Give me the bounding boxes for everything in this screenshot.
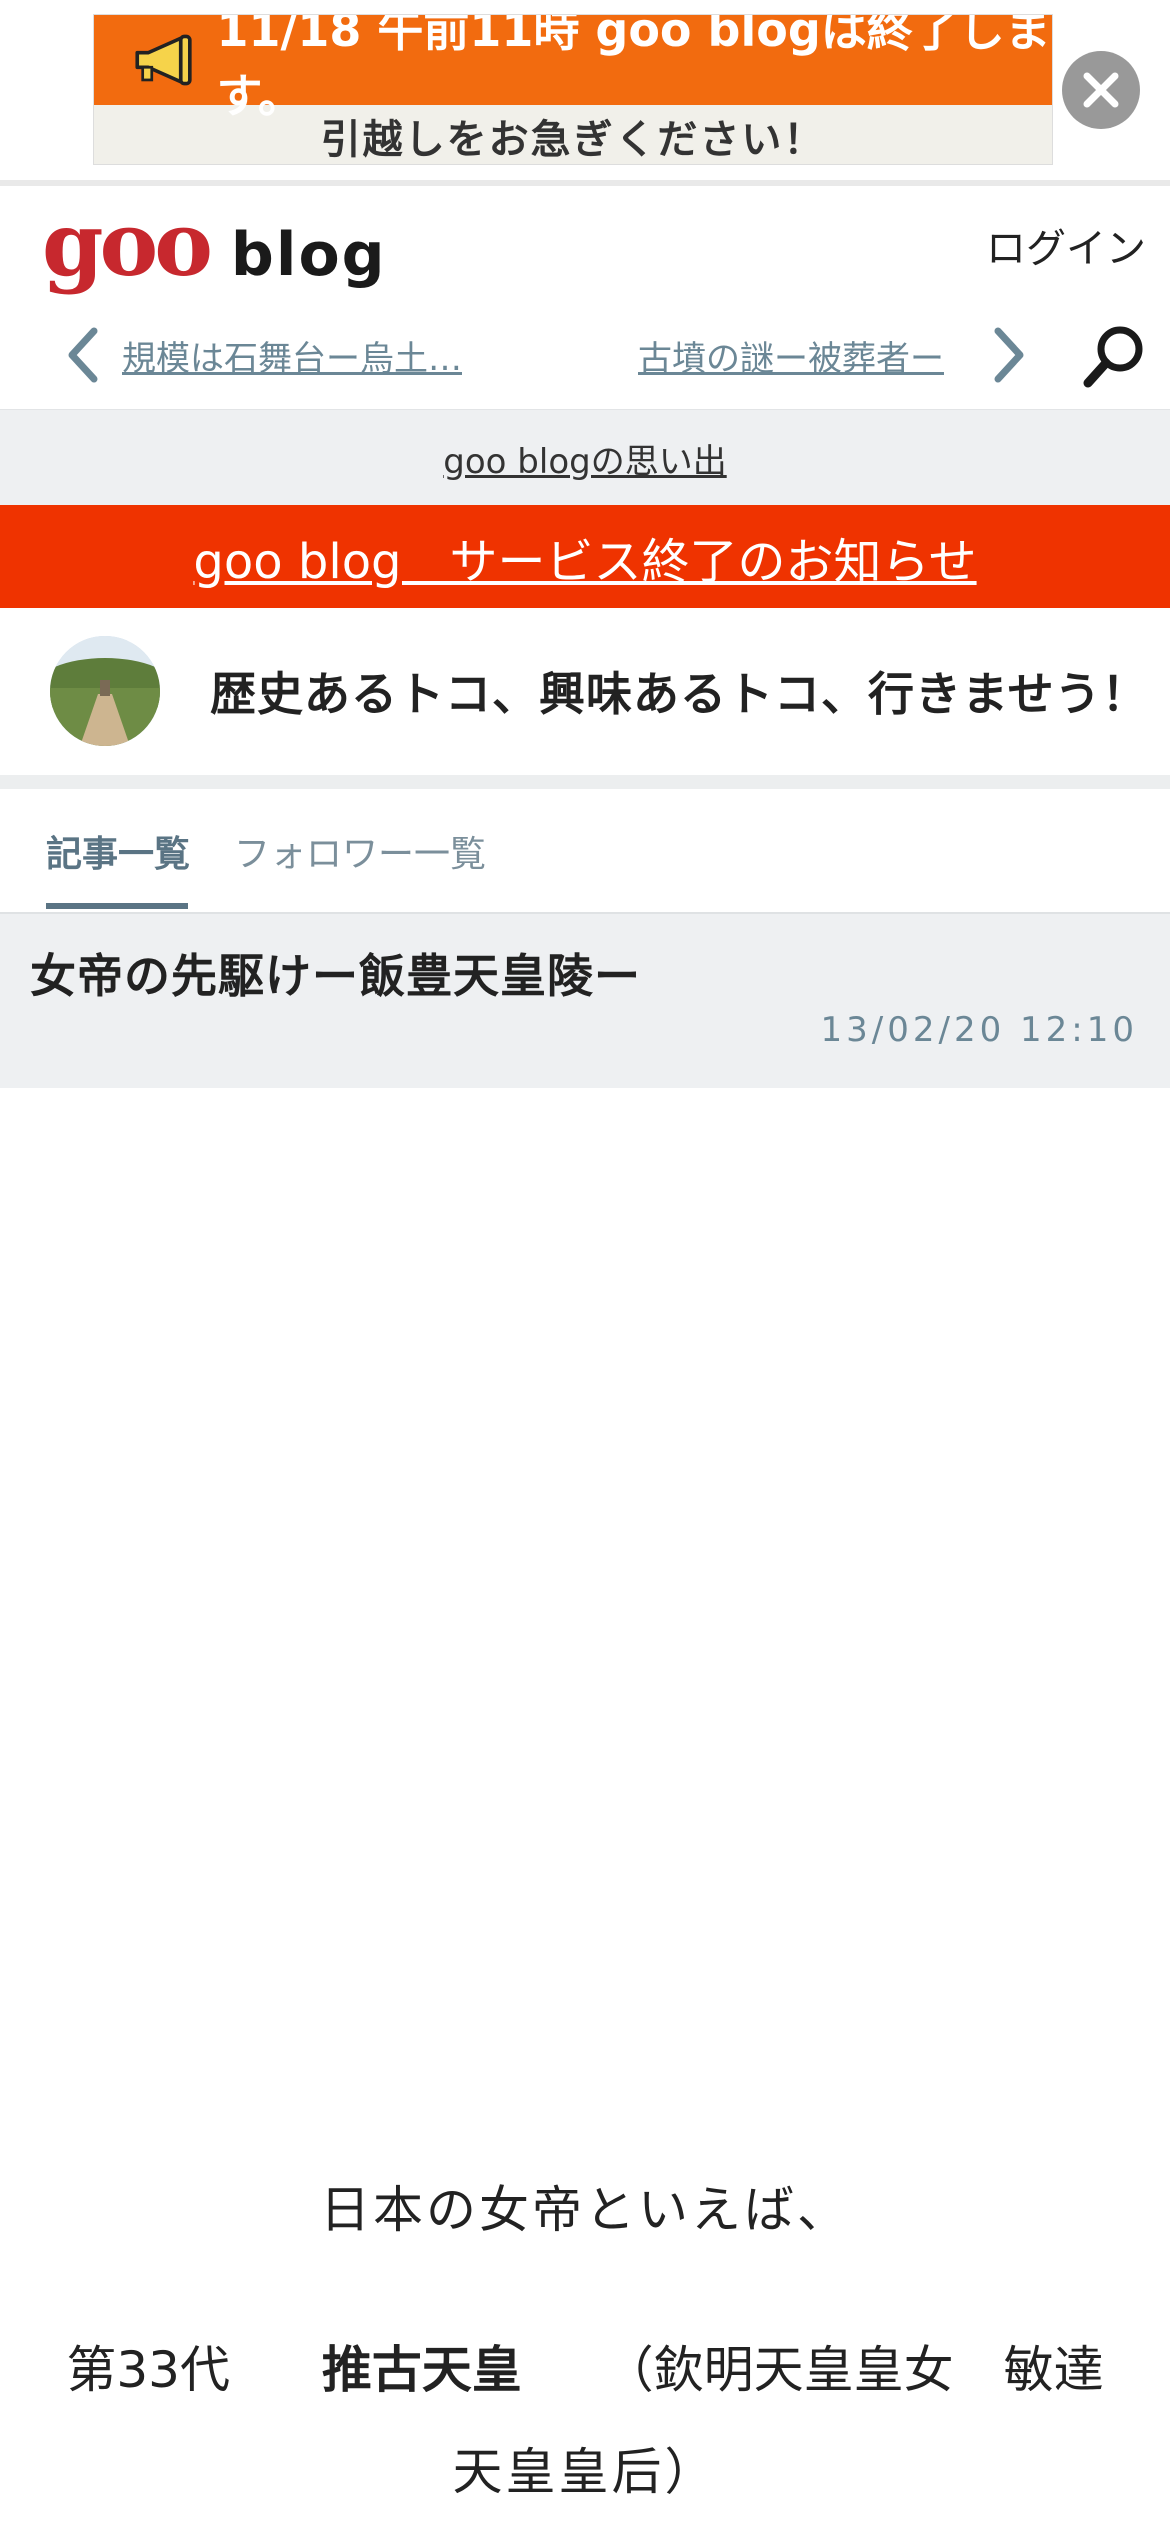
memories-bar: goo blogの思い出 [0, 409, 1170, 506]
logo-blog-text: blog [230, 220, 387, 290]
goo-blog-logo[interactable]: goo blog [42, 200, 387, 290]
service-end-banner[interactable]: 11/18 午前11時 goo blogは終了します。 引越しをお急ぎください！ [93, 14, 1053, 165]
article-body-line: 第33代 推古天皇 （欽明天皇皇女 敏達 [0, 2330, 1170, 2402]
article-header: 女帝の先駆けー飯豊天皇陵ー 13/02/20 12:10 [0, 914, 1170, 1088]
article-body-line: 天皇皇后） [452, 2443, 718, 2501]
blog-header: 歴史あるトコ、興味あるトコ、行きませう！ [0, 608, 1170, 775]
close-banner-button[interactable] [1062, 51, 1140, 129]
article-navigation: 規模は石舞台ー烏土… 古墳の謎ー被葬者ー [0, 301, 1170, 409]
tab-articles[interactable]: 記事一覧 [46, 825, 190, 877]
article-title: 女帝の先駆けー飯豊天皇陵ー [30, 949, 641, 1003]
close-icon [1083, 72, 1119, 108]
chevron-right-icon[interactable] [990, 325, 1030, 385]
search-icon[interactable] [1082, 323, 1148, 389]
article-body-line: 日本の女帝といえば、 [320, 2181, 850, 2239]
next-article-link[interactable]: 古墳の謎ー被葬者ー [638, 331, 944, 380]
avatar-image [50, 636, 160, 746]
logo-goo-text: goo [42, 192, 213, 296]
tab-bar: 記事一覧 フォロワー一覧 [0, 789, 1170, 914]
body-text-segment: 第33代 [66, 2341, 230, 2399]
site-header: goo blog ログイン [0, 186, 1170, 301]
tab-followers[interactable]: フォロワー一覧 [234, 825, 486, 877]
service-end-notice-link[interactable]: goo blog サービス終了のお知らせ [193, 522, 976, 592]
service-end-notice-bar: goo blog サービス終了のお知らせ [0, 505, 1170, 608]
ad-banner-area: 11/18 午前11時 goo blogは終了します。 引越しをお急ぎください！ [0, 0, 1170, 180]
section-divider [0, 775, 1170, 789]
megaphone-icon [135, 34, 192, 86]
blog-title[interactable]: 歴史あるトコ、興味あるトコ、行きませう！ [210, 658, 1149, 724]
banner-headline-row: 11/18 午前11時 goo blogは終了します。 [94, 15, 1052, 123]
body-text-segment: （欽明天皇皇女 敏達 [603, 2341, 1104, 2399]
avatar[interactable] [50, 636, 160, 746]
body-bold-text: 推古天皇 [321, 2341, 522, 2399]
login-link[interactable]: ログイン [986, 216, 1146, 274]
active-tab-indicator [46, 903, 188, 909]
chevron-left-icon[interactable] [62, 325, 102, 385]
article-date: 13/02/20 12:10 [820, 1010, 1138, 1050]
previous-article-link[interactable]: 規模は石舞台ー烏土… [122, 331, 462, 380]
banner-subline: 引越しをお急ぎください！ [320, 116, 826, 163]
memories-link[interactable]: goo blogの思い出 [443, 434, 726, 483]
